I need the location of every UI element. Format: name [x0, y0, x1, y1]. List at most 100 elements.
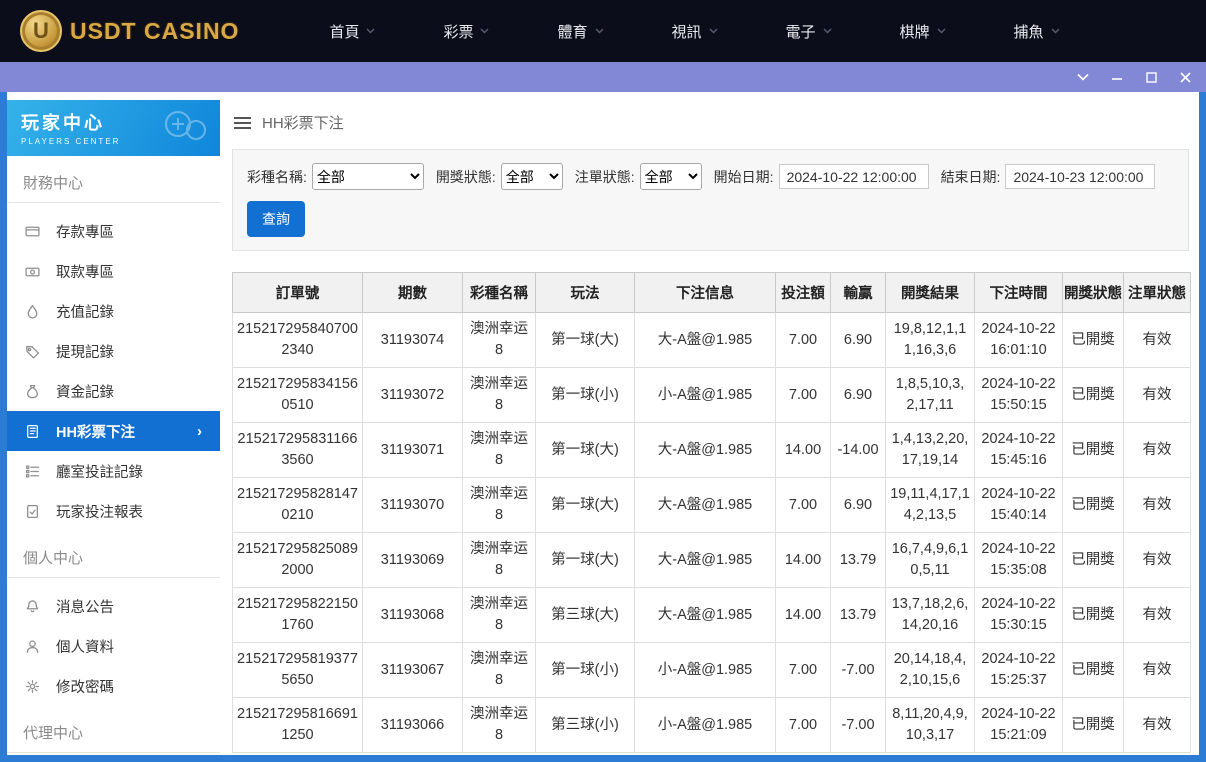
sidebar-item-label: 資金記錄	[56, 381, 114, 402]
draw-status-select[interactable]: 全部	[501, 163, 563, 190]
column-header-bet_amount: 投注額	[776, 273, 831, 313]
sidebar-item-room-bet-records[interactable]: 廳室投註記錄›	[7, 451, 220, 491]
brand-logo[interactable]: U USDT CASINO	[20, 10, 239, 52]
top-navbar: U USDT CASINO 首頁 彩票體育視訊電子棋牌捕魚	[0, 0, 1206, 62]
sidebar-item-label: 取款專區	[56, 261, 114, 282]
cell-play: 第三球(小)	[536, 698, 635, 753]
cell-bet_time: 2024-10-22 15:25:37	[975, 643, 1063, 698]
column-header-bet_info: 下注信息	[635, 273, 776, 313]
cell-bet_time: 2024-10-22 15:40:14	[975, 478, 1063, 533]
cell-lottery: 澳洲幸运8	[463, 533, 536, 588]
sidebar-header: 玩家中心 PLAYERS CENTER	[7, 100, 220, 156]
start-date-label: 開始日期:	[714, 167, 774, 187]
cell-win_loss: -7.00	[831, 698, 886, 753]
cell-play: 第一球(大)	[536, 313, 635, 368]
cell-bet_info: 小-A盤@1.985	[635, 698, 776, 753]
bets-table: 訂單號期數彩種名稱玩法下注信息投注額輸贏開獎結果下注時間開獎狀態注單狀態 215…	[232, 272, 1191, 753]
cell-bet_info: 大-A盤@1.985	[635, 478, 776, 533]
hamburger-menu-icon[interactable]	[234, 116, 251, 130]
sidebar-item-change-password[interactable]: 修改密碼›	[7, 666, 220, 706]
minimize-button[interactable]	[1104, 66, 1130, 88]
sidebar-section-title: 個人中心	[7, 531, 220, 578]
nav-item-live-video[interactable]: 視訊	[638, 0, 752, 62]
nav-item-board-games[interactable]: 棋牌	[866, 0, 980, 62]
sidebar-item-messages[interactable]: 消息公告›	[7, 586, 220, 626]
sidebar-item-label: 修改密碼	[56, 676, 114, 697]
room-bet-record-icon	[25, 464, 40, 479]
sidebar-item-recharge-records[interactable]: 充值記錄›	[7, 291, 220, 331]
nav-item-sports[interactable]: 體育	[523, 0, 637, 62]
cell-bet_info: 小-A盤@1.985	[635, 368, 776, 423]
cell-win_loss: 13.79	[831, 533, 886, 588]
sidebar-item-label: 玩家投注報表	[56, 501, 143, 522]
chevron-down-icon	[1051, 28, 1060, 34]
search-button[interactable]: 查詢	[247, 201, 305, 237]
cell-bet_amount: 14.00	[776, 533, 831, 588]
gear-icon	[25, 679, 40, 694]
cell-bet_time: 2024-10-22 15:50:15	[975, 368, 1063, 423]
sidebar-section-title: 代理中心	[7, 706, 220, 753]
cell-bet_info: 大-A盤@1.985	[635, 588, 776, 643]
start-date-input[interactable]	[779, 164, 929, 189]
nav-item-lottery[interactable]: 彩票	[409, 0, 523, 62]
cell-order_no: 2152172958341560510	[233, 368, 363, 423]
maximize-button[interactable]	[1138, 66, 1164, 88]
chevron-down-icon	[366, 28, 375, 34]
chevron-down-button[interactable]	[1070, 66, 1096, 88]
cell-bet_time: 2024-10-22 15:21:09	[975, 698, 1063, 753]
sidebar-item-cashout-records[interactable]: 提現記錄›	[7, 331, 220, 371]
sidebar-item-funds-records[interactable]: 資金記錄›	[7, 371, 220, 411]
window-titlebar	[0, 62, 1206, 92]
nav-item-label: 首頁	[329, 21, 359, 42]
cell-order_no: 2152172958407002340	[233, 313, 363, 368]
lottery-bet-icon	[25, 424, 40, 439]
close-button[interactable]	[1172, 66, 1198, 88]
nav-item-slots[interactable]: 電子	[752, 0, 866, 62]
sidebar-item-label: 廳室投註記錄	[56, 461, 143, 482]
nav-item-home[interactable]: 首頁	[295, 0, 409, 62]
withdraw-icon	[25, 264, 40, 279]
brand-coin-icon: U	[20, 10, 62, 52]
chevron-down-icon	[595, 28, 604, 34]
cell-draw_status: 已開獎	[1063, 588, 1124, 643]
cell-bet_time: 2024-10-22 15:30:15	[975, 588, 1063, 643]
cell-play: 第一球(大)	[536, 423, 635, 478]
filter-panel: 彩種名稱: 全部 開獎狀態: 全部 注單狀態: 全部	[232, 149, 1189, 251]
close-icon	[1180, 72, 1191, 83]
cell-period: 31193066	[363, 698, 463, 753]
lottery-name-select[interactable]: 全部	[312, 163, 424, 190]
sidebar-item-deposit[interactable]: 存款專區›	[7, 211, 220, 251]
breadcrumb: HH彩票下注	[232, 106, 1189, 149]
cell-play: 第三球(大)	[536, 588, 635, 643]
bet-status-select[interactable]: 全部	[640, 163, 702, 190]
cell-draw_status: 已開獎	[1063, 478, 1124, 533]
table-row: 215217295816691125031193066澳洲幸运8第三球(小)小-…	[233, 698, 1191, 753]
column-header-draw_status: 開獎狀態	[1063, 273, 1124, 313]
cell-play: 第一球(大)	[536, 478, 635, 533]
table-row: 215217295834156051031193072澳洲幸运8第一球(小)小-…	[233, 368, 1191, 423]
table-row: 215217295828147021031193070澳洲幸运8第一球(大)大-…	[233, 478, 1191, 533]
chevron-down-icon	[937, 28, 946, 34]
cell-lottery: 澳洲幸运8	[463, 478, 536, 533]
column-header-bet_time: 下注時間	[975, 273, 1063, 313]
nav-item-fishing[interactable]: 捕魚	[980, 0, 1094, 62]
cell-period: 31193070	[363, 478, 463, 533]
cell-bet_status: 有效	[1124, 478, 1191, 533]
end-date-input[interactable]	[1005, 164, 1155, 189]
cell-draw_status: 已開獎	[1063, 368, 1124, 423]
cell-bet_info: 大-A盤@1.985	[635, 533, 776, 588]
cell-win_loss: 6.90	[831, 368, 886, 423]
cell-bet_info: 大-A盤@1.985	[635, 313, 776, 368]
sidebar-item-profile[interactable]: 個人資料›	[7, 626, 220, 666]
sidebar-item-hh-lottery-bets[interactable]: HH彩票下注›	[7, 411, 220, 451]
cell-draw_result: 8,11,20,4,9,10,3,17	[886, 698, 975, 753]
cell-bet_status: 有效	[1124, 588, 1191, 643]
column-header-period: 期數	[363, 273, 463, 313]
cell-period: 31193067	[363, 643, 463, 698]
sidebar-item-withdraw[interactable]: 取款專區›	[7, 251, 220, 291]
column-header-draw_result: 開獎結果	[886, 273, 975, 313]
sidebar-item-player-bet-report[interactable]: 玩家投注報表›	[7, 491, 220, 531]
column-header-order_no: 訂單號	[233, 273, 363, 313]
cell-period: 31193069	[363, 533, 463, 588]
deposit-card-icon	[25, 224, 40, 239]
